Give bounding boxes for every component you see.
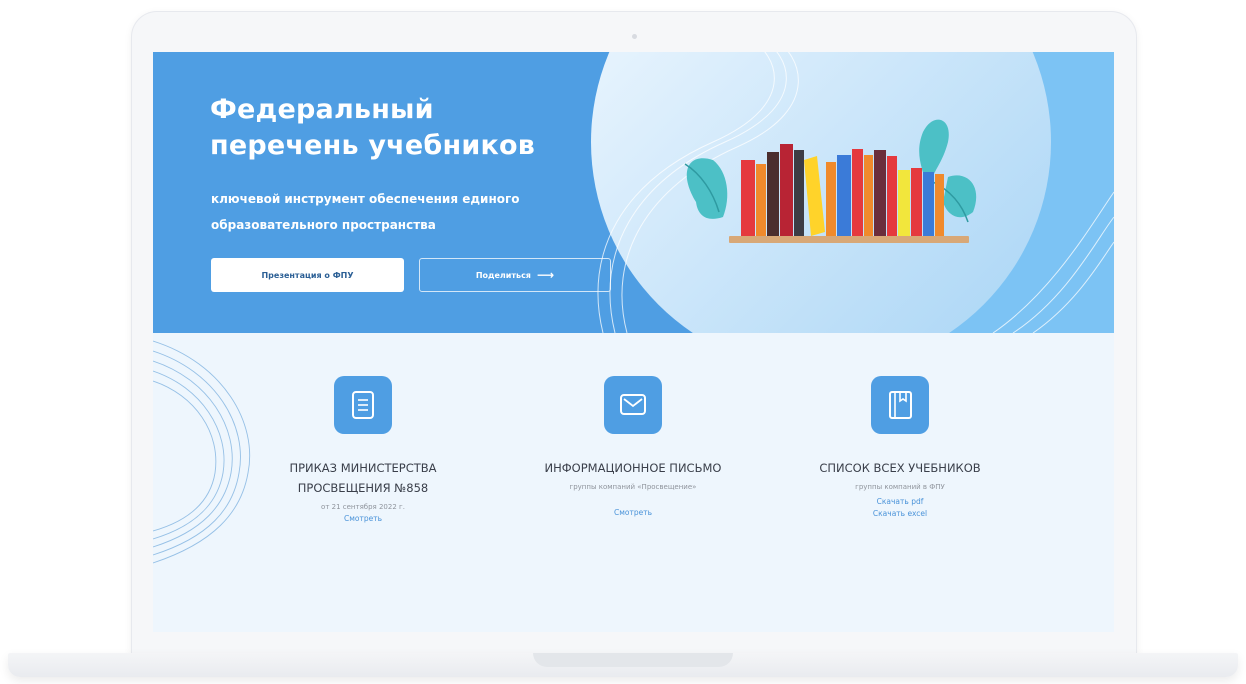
card-title: ПРИКАЗ МИНИСТЕРСТВА ПРОСВЕЩЕНИЯ №858	[243, 458, 483, 498]
view-link[interactable]: Смотреть	[513, 507, 753, 519]
card-date: от 21 сентября 2022 г.	[321, 503, 405, 511]
hero-subtitle: ключевой инструмент обеспечения единого …	[211, 186, 551, 238]
card-meta: группы компаний «Просвещение»	[569, 483, 697, 491]
card-title: СПИСОК ВСЕХ УЧЕБНИКОВ	[780, 458, 1020, 478]
document-icon[interactable]	[334, 376, 392, 434]
book-icon[interactable]	[871, 376, 929, 434]
share-button-label: Поделиться	[475, 270, 531, 280]
hero-title: Федеральный перечень учебников	[210, 92, 610, 164]
card-title-line1: СПИСОК ВСЕХ УЧЕБНИКОВ	[819, 461, 981, 475]
card-title-line1: ИНФОРМАЦИОННОЕ ПИСЬМО	[544, 461, 722, 475]
share-button[interactable]: Поделиться ⟶	[419, 258, 611, 292]
hero-title-line1: Федеральный	[210, 94, 434, 125]
envelope-icon[interactable]	[604, 376, 662, 434]
card-title-line2: ПРОСВЕЩЕНИЯ №858	[297, 481, 429, 495]
view-link[interactable]: Смотреть	[243, 513, 483, 525]
download-pdf-link[interactable]: Скачать pdf	[780, 496, 1020, 508]
card-title: ИНФОРМАЦИОННОЕ ПИСЬМО	[513, 458, 753, 478]
laptop-notch	[533, 653, 733, 667]
presentation-button[interactable]: Презентация о ФПУ	[211, 258, 404, 292]
card-title-line1: ПРИКАЗ МИНИСТЕРСТВА	[289, 461, 437, 475]
card-order: ПРИКАЗ МИНИСТЕРСТВА ПРОСВЕЩЕНИЯ №858 от …	[243, 376, 483, 525]
card-textbooks: СПИСОК ВСЕХ УЧЕБНИКОВ группы компаний в …	[780, 376, 1020, 520]
hero-banner: Федеральный перечень учебников ключевой …	[153, 52, 1114, 333]
arrow-right-icon: ⟶	[536, 268, 555, 282]
hero-title-line2: перечень учебников	[210, 130, 536, 161]
card-meta: группы компаний в ФПУ	[855, 483, 945, 491]
download-excel-link[interactable]: Скачать excel	[780, 508, 1020, 520]
camera-dot	[632, 34, 637, 39]
hero-subtitle-line1: ключевой инструмент обеспечения единого	[211, 192, 520, 206]
hero-subtitle-line2: образовательного пространства	[211, 218, 436, 232]
laptop-screen: Федеральный перечень учебников ключевой …	[153, 52, 1114, 632]
card-letter: ИНФОРМАЦИОННОЕ ПИСЬМО группы компаний «П…	[513, 376, 753, 519]
